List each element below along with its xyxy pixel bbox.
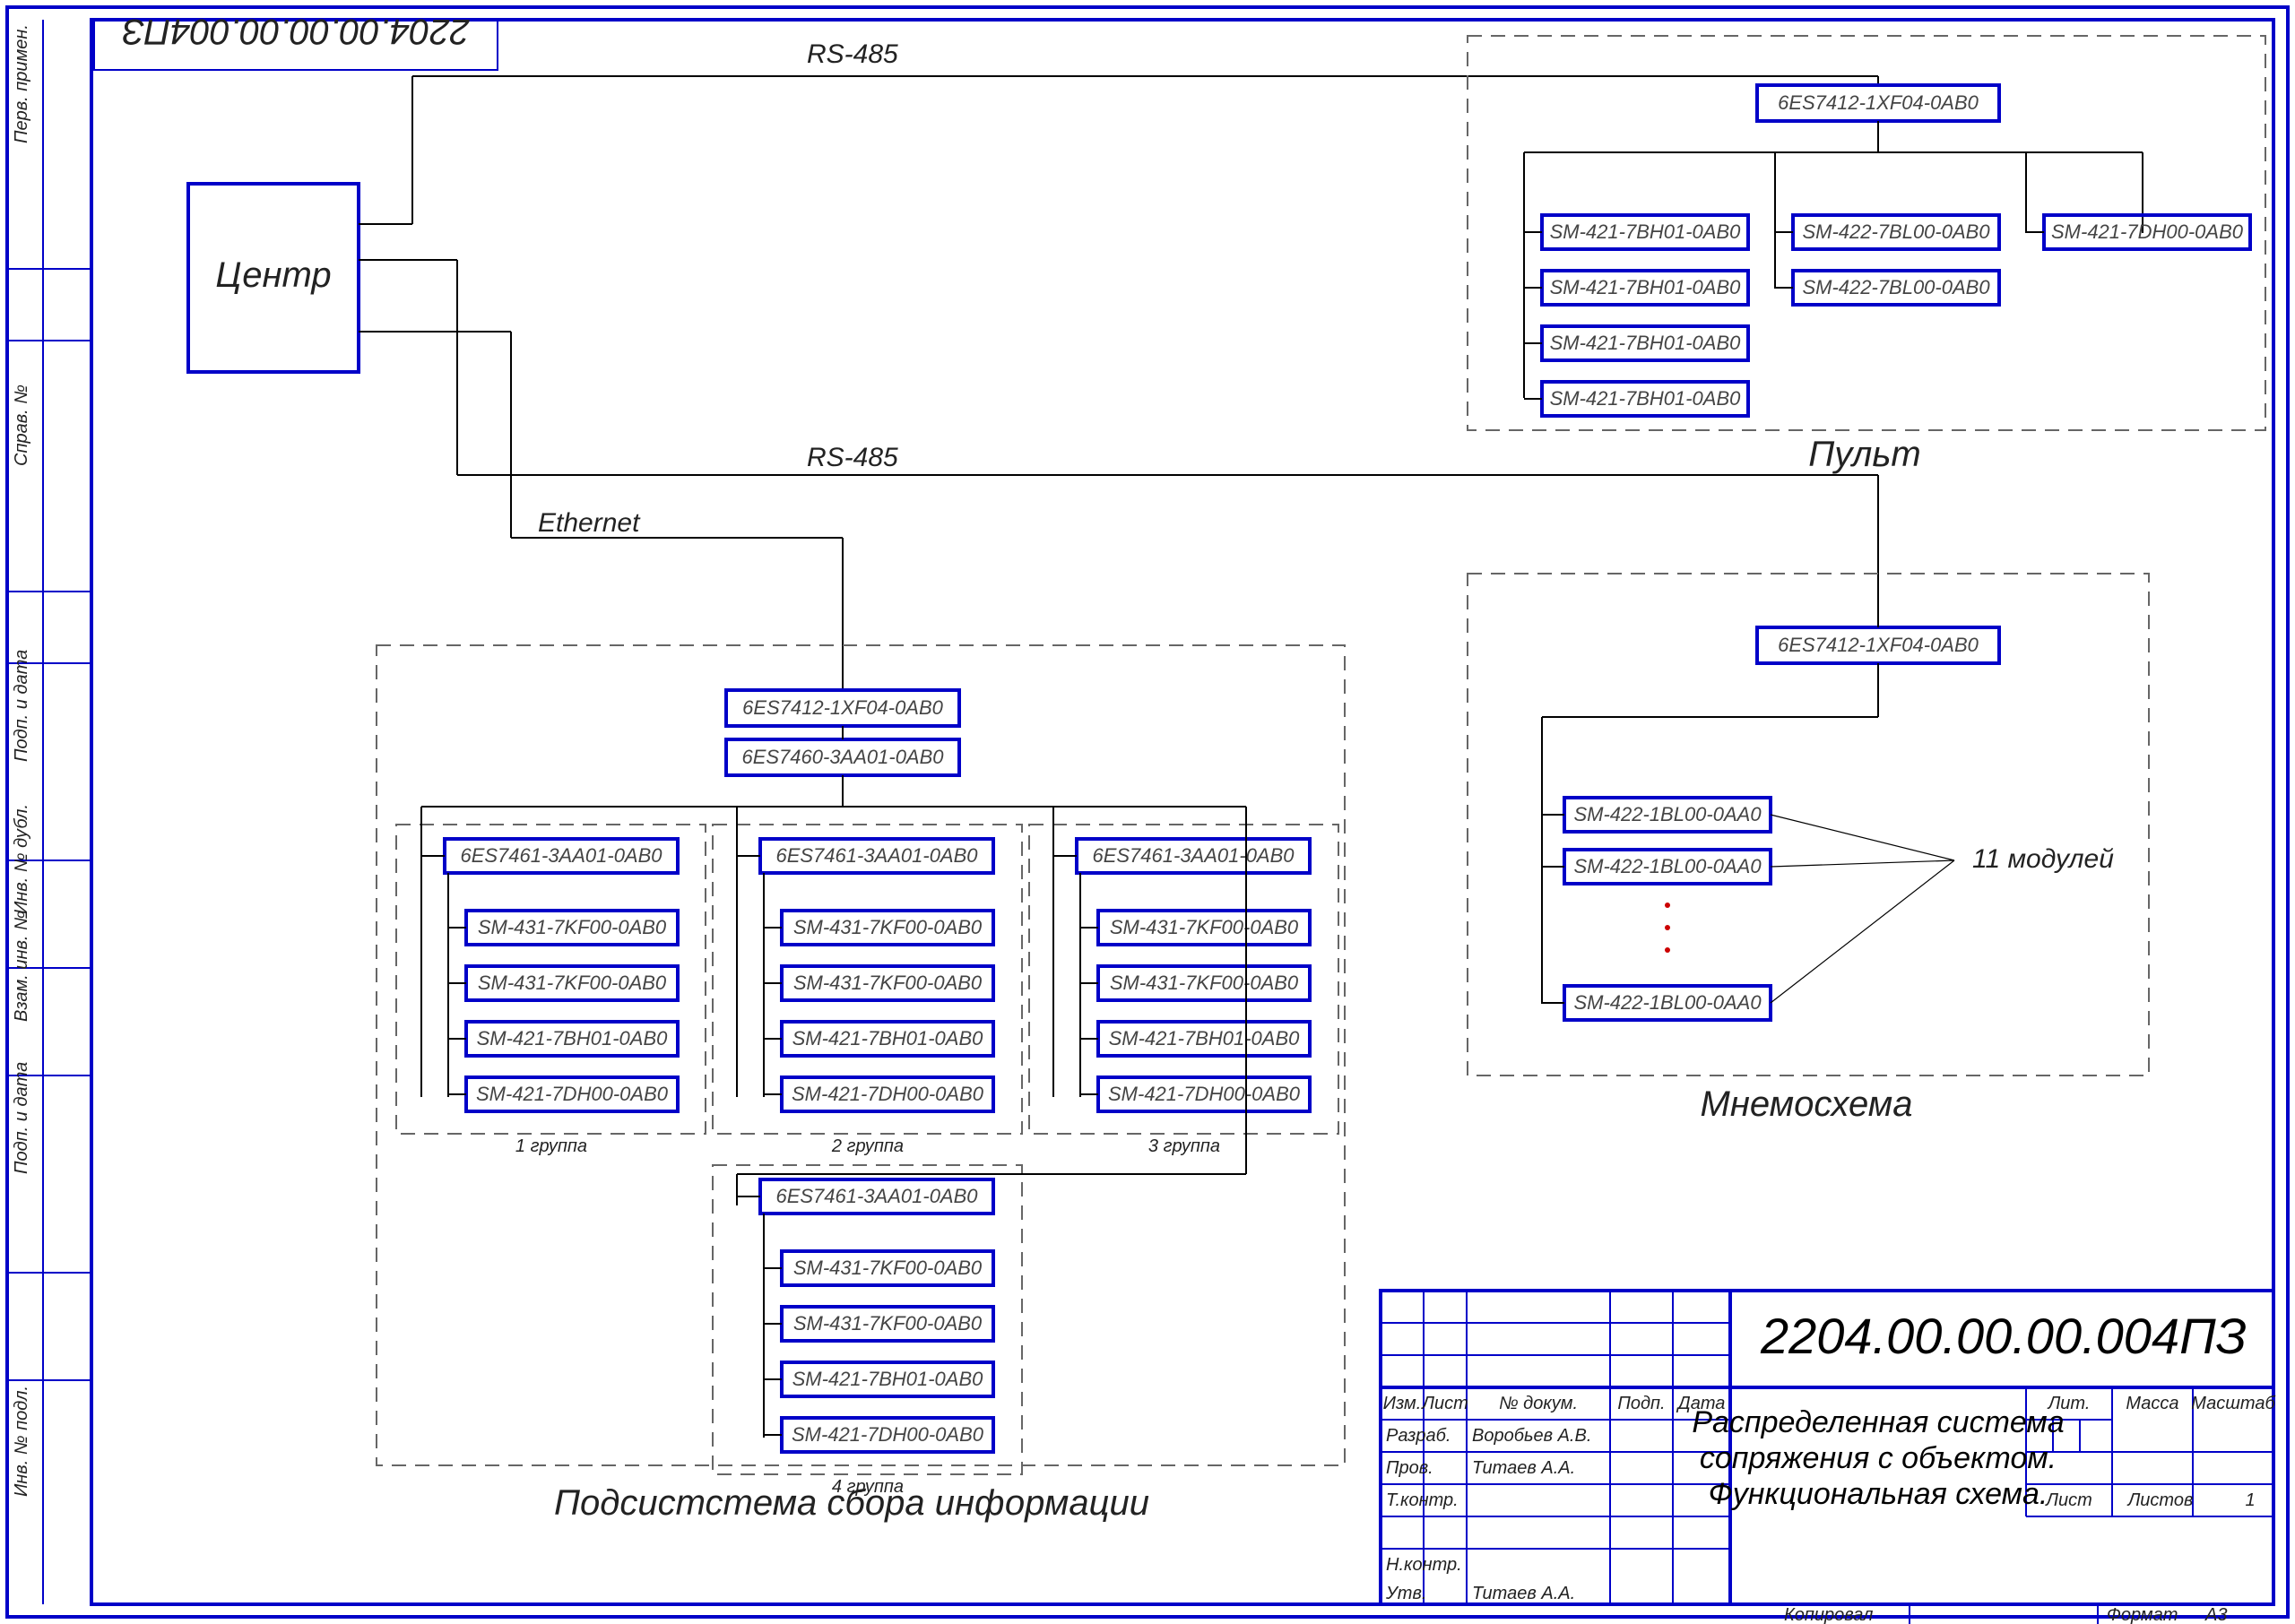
svg-text:4 группа: 4 группа <box>832 1477 904 1497</box>
svg-text:2 группа: 2 группа <box>831 1136 904 1156</box>
svg-text:Формат: Формат <box>2107 1605 2178 1624</box>
svg-text:SM-422-1BL00-0AA0: SM-422-1BL00-0AA0 <box>1573 855 1762 877</box>
pult-di-col: SM-421-7BH01-0AB0 SM-421-7BH01-0AB0 SM-4… <box>1524 215 1748 416</box>
svg-text:6ES7412-1XF04-0AB0: 6ES7412-1XF04-0AB0 <box>742 696 944 719</box>
svg-text:Листов: Листов <box>2126 1490 2194 1510</box>
svg-text:Подп.: Подп. <box>1617 1394 1665 1413</box>
svg-text:Утв.: Утв. <box>1385 1584 1426 1603</box>
svg-text:SM-431-7KF00-0AB0: SM-431-7KF00-0AB0 <box>478 972 667 994</box>
svg-text:Титаев А.А.: Титаев А.А. <box>1472 1584 1575 1603</box>
svg-text:SM-431-7KF00-0AB0: SM-431-7KF00-0AB0 <box>793 1257 983 1279</box>
center-label: Центр <box>215 255 331 295</box>
svg-text:SM-431-7KF00-0AB0: SM-431-7KF00-0AB0 <box>1110 916 1299 938</box>
svg-text:SM-431-7KF00-0AB0: SM-431-7KF00-0AB0 <box>793 1312 983 1335</box>
svg-text:SM-421-7DH00-0AB0: SM-421-7DH00-0AB0 <box>1108 1083 1301 1105</box>
ethernet-label: Ethernet <box>538 508 641 538</box>
svg-text:Разраб.: Разраб. <box>1386 1426 1451 1446</box>
rs485-top-label: RS-485 <box>807 39 898 69</box>
svg-text:SM-431-7KF00-0AB0: SM-431-7KF00-0AB0 <box>1110 972 1299 994</box>
svg-text:SM-421-7DH00-0AB0: SM-421-7DH00-0AB0 <box>476 1083 669 1105</box>
svg-text:SM-422-1BL00-0AA0: SM-422-1BL00-0AA0 <box>1573 991 1762 1014</box>
svg-text:Титаев А.А.: Титаев А.А. <box>1472 1458 1575 1478</box>
svg-text:SM-421-7BH01-0AB0: SM-421-7BH01-0AB0 <box>792 1027 984 1050</box>
svg-text:SM-421-7BH01-0AB0: SM-421-7BH01-0AB0 <box>477 1027 669 1050</box>
svg-text:1: 1 <box>2245 1490 2255 1510</box>
svg-text:Распределенная система: Распределенная система <box>1692 1405 2064 1439</box>
sidebar-field-5: Взам. инв. № <box>12 911 31 1022</box>
svg-text:Лист: Лист <box>2044 1490 2092 1510</box>
svg-text:6ES7461-3AA01-0AB0: 6ES7461-3AA01-0AB0 <box>775 1185 978 1207</box>
svg-text:6ES7412-1XF04-0AB0: 6ES7412-1XF04-0AB0 <box>1778 634 1979 656</box>
svg-text:А3: А3 <box>2204 1605 2227 1624</box>
sidebar-field-4: Инв. № дубл. <box>12 804 31 914</box>
sidebar-field-2: Справ. № <box>12 384 31 466</box>
svg-text:SM-421-7DH00-0AB0: SM-421-7DH00-0AB0 <box>792 1423 984 1446</box>
svg-text:6ES7460-3AA01-0AB0: 6ES7460-3AA01-0AB0 <box>741 746 944 768</box>
svg-text:Копировал: Копировал <box>1784 1605 1873 1624</box>
svg-text:Функциональная схема.: Функциональная схема. <box>1709 1477 2048 1511</box>
svg-text:SM-421-7DH00-0AB0: SM-421-7DH00-0AB0 <box>2051 220 2244 243</box>
svg-text:Лит.: Лит. <box>2047 1394 2091 1413</box>
svg-text:SM-431-7KF00-0AB0: SM-431-7KF00-0AB0 <box>478 916 667 938</box>
svg-text:SM-421-7BH01-0AB0: SM-421-7BH01-0AB0 <box>1550 276 1742 298</box>
doc-number-main: 2204.00.00.00.004ПЗ <box>1760 1308 2247 1364</box>
svg-text:SM-422-7BL00-0AB0: SM-422-7BL00-0AB0 <box>1802 220 1990 243</box>
svg-text:3 группа: 3 группа <box>1148 1136 1220 1156</box>
svg-text:SM-422-7BL00-0AB0: SM-422-7BL00-0AB0 <box>1802 276 1990 298</box>
svg-text:SM-421-7DH00-0AB0: SM-421-7DH00-0AB0 <box>792 1083 984 1105</box>
modules-note: 11 модулей <box>1972 844 2114 874</box>
svg-text:1 группа: 1 группа <box>515 1136 587 1156</box>
svg-text:SM-421-7BH01-0AB0: SM-421-7BH01-0AB0 <box>1550 332 1742 354</box>
svg-text:№ докум.: № докум. <box>1499 1394 1578 1413</box>
sidebar-field-7: Инв. № подл. <box>12 1386 31 1497</box>
svg-text:6ES7461-3AA01-0AB0: 6ES7461-3AA01-0AB0 <box>775 844 978 867</box>
svg-text:SM-421-7BH01-0AB0: SM-421-7BH01-0AB0 <box>792 1368 984 1390</box>
frame-inner <box>91 20 2273 1604</box>
svg-text:6ES7412-1XF04-0AB0: 6ES7412-1XF04-0AB0 <box>1778 91 1979 114</box>
doc-number-top: 2204.00.00.00.004ПЗ <box>122 12 470 51</box>
pult-title: Пульт <box>1808 435 1920 474</box>
svg-text:Масштаб: Масштаб <box>2191 1394 2275 1413</box>
sidebar-field-1: Перв. примен. <box>12 24 31 143</box>
sidebar-field-3: Подп. и дата <box>12 650 31 762</box>
svg-text:Масса: Масса <box>2126 1394 2178 1413</box>
svg-text:SM-431-7KF00-0AB0: SM-431-7KF00-0AB0 <box>793 916 983 938</box>
svg-text:Т.контр.: Т.контр. <box>1386 1490 1459 1510</box>
sidebar-field-6: Подп. и дата <box>12 1062 31 1174</box>
svg-text:сопряжения с объектом.: сопряжения с объектом. <box>1700 1441 2057 1475</box>
svg-text:Н.контр.: Н.контр. <box>1386 1555 1462 1575</box>
svg-text:Воробьев А.В.: Воробьев А.В. <box>1472 1426 1591 1446</box>
svg-text:SM-421-7BH01-0AB0: SM-421-7BH01-0AB0 <box>1109 1027 1301 1050</box>
svg-text:SM-431-7KF00-0AB0: SM-431-7KF00-0AB0 <box>793 972 983 994</box>
svg-text:SM-421-7BH01-0AB0: SM-421-7BH01-0AB0 <box>1550 220 1742 243</box>
svg-text:6ES7461-3AA01-0AB0: 6ES7461-3AA01-0AB0 <box>1092 844 1295 867</box>
mnemo-title: Мнемосхема <box>1701 1084 1913 1124</box>
svg-text:Изм.: Изм. <box>1383 1394 1422 1413</box>
svg-text:SM-421-7BH01-0AB0: SM-421-7BH01-0AB0 <box>1550 387 1742 410</box>
diagram-svg: Перв. примен. Справ. № Подп. и дата Инв.… <box>0 0 2295 1624</box>
svg-text:SM-422-1BL00-0AA0: SM-422-1BL00-0AA0 <box>1573 803 1762 825</box>
svg-text:6ES7461-3AA01-0AB0: 6ES7461-3AA01-0AB0 <box>460 844 663 867</box>
svg-text:Лист: Лист <box>1420 1394 1468 1413</box>
svg-text:Пров.: Пров. <box>1386 1458 1433 1478</box>
rs485-bottom-label: RS-485 <box>807 443 898 472</box>
